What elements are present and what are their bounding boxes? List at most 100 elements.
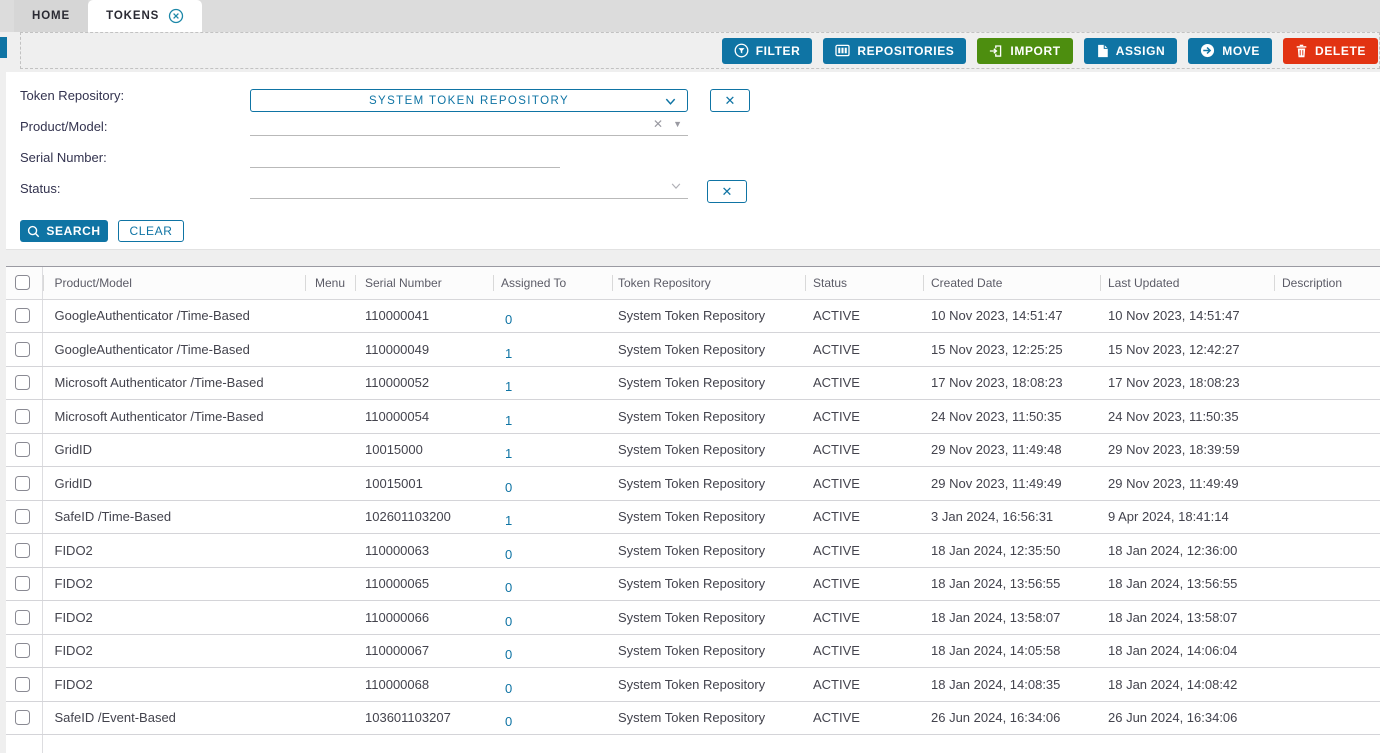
cell-serial-number: 10015001	[355, 467, 493, 501]
assigned-count-link[interactable]: 0	[505, 480, 512, 495]
table-row[interactable]: GridID 10015001 0 System Token Repositor…	[6, 467, 1380, 501]
cell-created-date: 24 Nov 2023, 11:50:35	[923, 400, 1100, 434]
select-all-checkbox[interactable]	[15, 275, 30, 290]
repositories-button[interactable]: REPOSITORIES	[823, 38, 966, 64]
cell-last-updated: 29 Nov 2023, 18:39:59	[1100, 433, 1274, 467]
assigned-count-link[interactable]: 0	[505, 312, 512, 327]
assigned-count-link[interactable]: 0	[505, 647, 512, 662]
filter-icon	[734, 43, 749, 58]
cell-token-repository: System Token Repository	[612, 534, 805, 568]
status-select[interactable]	[250, 177, 688, 199]
toolbar: FILTER REPOSITORIES IMPORT ASSIGN MOVE D…	[20, 32, 1380, 69]
close-tab-icon[interactable]	[168, 8, 184, 24]
clear-button[interactable]: CLEAR	[118, 220, 184, 242]
cell-token-repository: System Token Repository	[612, 333, 805, 367]
table-row[interactable]: FIDO2 110000068 0 System Token Repositor…	[6, 668, 1380, 702]
row-checkbox[interactable]	[15, 342, 30, 357]
cell-menu	[305, 467, 355, 501]
assign-button[interactable]: ASSIGN	[1084, 38, 1178, 64]
col-created-date[interactable]: Created Date	[923, 267, 1100, 299]
table-row[interactable]: GridID 10015000 1 System Token Repositor…	[6, 433, 1380, 467]
assigned-count-link[interactable]: 1	[505, 379, 512, 394]
table-row[interactable]: FIDO2 110000067 0 System Token Repositor…	[6, 634, 1380, 668]
table-row[interactable]: SafeID /Time-Based 102601103200 1 System…	[6, 500, 1380, 534]
cell-product-model: Microsoft Authenticator /Time-Based	[42, 400, 305, 434]
tab-home[interactable]: HOME	[14, 0, 88, 32]
token-repository-select[interactable]: SYSTEM TOKEN REPOSITORY	[250, 89, 688, 112]
tab-home-label: HOME	[32, 10, 70, 22]
row-checkbox[interactable]	[15, 375, 30, 390]
cell-created-date: 3 Jan 2024, 16:56:31	[923, 500, 1100, 534]
row-checkbox[interactable]	[15, 308, 30, 323]
cell-status: ACTIVE	[805, 601, 923, 635]
row-checkbox[interactable]	[15, 576, 30, 591]
serial-number-label: Serial Number:	[20, 150, 107, 165]
row-checkbox[interactable]	[15, 509, 30, 524]
search-button[interactable]: SEARCH	[20, 220, 108, 242]
clear-token-repository-button[interactable]: ✕	[710, 89, 750, 112]
assigned-count-link[interactable]: 1	[505, 413, 512, 428]
row-checkbox[interactable]	[15, 409, 30, 424]
assigned-count-link[interactable]: 1	[505, 346, 512, 361]
assigned-count-link[interactable]: 0	[505, 547, 512, 562]
col-serial-number[interactable]: Serial Number	[355, 267, 493, 299]
tab-tokens[interactable]: TOKENS	[88, 0, 202, 32]
cell-menu	[305, 299, 355, 333]
status-chevron-down-icon[interactable]	[670, 180, 682, 195]
cell-status: ACTIVE	[805, 333, 923, 367]
cell-status: ACTIVE	[805, 366, 923, 400]
delete-button[interactable]: DELETE	[1283, 38, 1378, 64]
panel-handle[interactable]	[0, 37, 7, 58]
col-assigned-to[interactable]: Assigned To	[493, 267, 612, 299]
row-checkbox[interactable]	[15, 543, 30, 558]
clear-status-button[interactable]: ✕	[707, 180, 747, 203]
row-checkbox[interactable]	[15, 610, 30, 625]
col-last-updated[interactable]: Last Updated	[1100, 267, 1274, 299]
assigned-count-link[interactable]: 1	[505, 446, 512, 461]
row-checkbox[interactable]	[15, 476, 30, 491]
cell-created-date: 18 Jan 2024, 14:05:58	[923, 634, 1100, 668]
cell-product-model: GridID	[42, 433, 305, 467]
row-checkbox[interactable]	[15, 710, 30, 725]
row-checkbox[interactable]	[15, 442, 30, 457]
product-model-dropdown-icon[interactable]: ▼	[673, 119, 682, 129]
clear-product-model-icon[interactable]: ✕	[653, 117, 663, 131]
product-model-input[interactable]: ✕▼	[250, 114, 688, 136]
table-row[interactable]: GoogleAuthenticator /Time-Based 11000004…	[6, 299, 1380, 333]
cell-description	[1274, 601, 1380, 635]
cell-token-repository: System Token Repository	[612, 299, 805, 333]
repositories-icon	[835, 44, 850, 57]
col-description[interactable]: Description	[1274, 267, 1380, 299]
tab-bar: HOME TOKENS	[0, 0, 1380, 32]
cell-created-date: 17 Nov 2023, 18:08:23	[923, 366, 1100, 400]
col-product-model[interactable]: Product/Model	[42, 267, 305, 299]
table-row[interactable]: FIDO2 110000065 0 System Token Repositor…	[6, 567, 1380, 601]
table-row[interactable]: SafeID /Event-Based 103601103207 0 Syste…	[6, 701, 1380, 735]
table-row[interactable]: FIDO2 110000063 0 System Token Repositor…	[6, 534, 1380, 568]
table-row[interactable]: Microsoft Authenticator /Time-Based 1100…	[6, 366, 1380, 400]
move-button[interactable]: MOVE	[1188, 38, 1272, 64]
import-button[interactable]: IMPORT	[977, 38, 1072, 64]
cell-description	[1274, 333, 1380, 367]
cell-token-repository: System Token Repository	[612, 634, 805, 668]
table-row[interactable]: Microsoft Authenticator /Time-Based 1100…	[6, 400, 1380, 434]
row-checkbox[interactable]	[15, 643, 30, 658]
col-status[interactable]: Status	[805, 267, 923, 299]
assigned-count-link[interactable]: 0	[505, 614, 512, 629]
table-row[interactable]: GoogleAuthenticator /Time-Based 11000004…	[6, 333, 1380, 367]
row-checkbox[interactable]	[15, 677, 30, 692]
cell-menu	[305, 433, 355, 467]
serial-number-input[interactable]	[250, 146, 560, 168]
assigned-count-link[interactable]: 1	[505, 513, 512, 528]
cell-last-updated: 29 Nov 2023, 11:49:49	[1100, 467, 1274, 501]
table-row[interactable]: FIDO2 110000066 0 System Token Repositor…	[6, 601, 1380, 635]
assigned-count-link[interactable]: 0	[505, 681, 512, 696]
assigned-count-link[interactable]: 0	[505, 580, 512, 595]
col-menu[interactable]: Menu	[305, 267, 355, 299]
cell-status: ACTIVE	[805, 668, 923, 702]
chevron-down-icon	[664, 95, 677, 111]
tab-tokens-label: TOKENS	[106, 10, 159, 22]
col-token-repository[interactable]: Token Repository	[612, 267, 805, 299]
assigned-count-link[interactable]: 0	[505, 714, 512, 729]
filter-button[interactable]: FILTER	[722, 38, 813, 64]
